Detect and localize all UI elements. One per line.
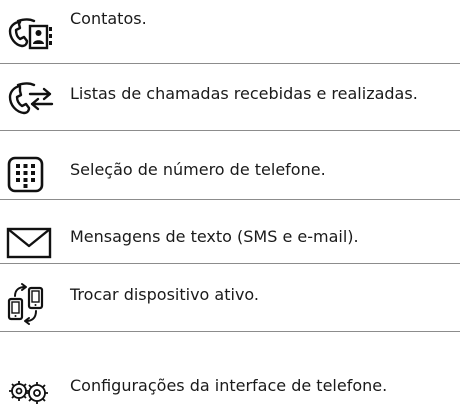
- contacts-label: Contatos.: [70, 9, 147, 28]
- phone-settings-label: Configurações da interface de telefone.: [70, 376, 388, 395]
- menu-item-switch-device[interactable]: Trocar dispositivo ativo.: [0, 264, 460, 332]
- switch-device-label: Trocar dispositivo ativo.: [70, 285, 260, 304]
- dial-number-label: Seleção de número de telefone.: [70, 160, 326, 179]
- messages-label: Mensagens de texto (SMS e e-mail).: [70, 227, 359, 246]
- call-lists-label: Listas de chamadas recebidas e realizada…: [70, 84, 418, 103]
- menu-item-messages[interactable]: Mensagens de texto (SMS e e-mail).: [0, 200, 460, 263]
- envelope-icon: [6, 224, 54, 264]
- menu-item-dial-number[interactable]: Seleção de número de telefone.: [0, 131, 460, 199]
- menu-item-phone-settings[interactable]: Configurações da interface de telefone.: [0, 332, 460, 404]
- call-lists-arrows-icon: [6, 80, 54, 120]
- keypad-icon: [6, 155, 54, 195]
- contacts-phone-icon: [6, 12, 54, 52]
- switch-device-icon: [6, 282, 54, 325]
- menu-item-contacts[interactable]: Contatos.: [0, 0, 460, 64]
- settings-gears-icon: [6, 378, 54, 418]
- menu-item-call-lists[interactable]: Listas de chamadas recebidas e realizada…: [0, 64, 460, 130]
